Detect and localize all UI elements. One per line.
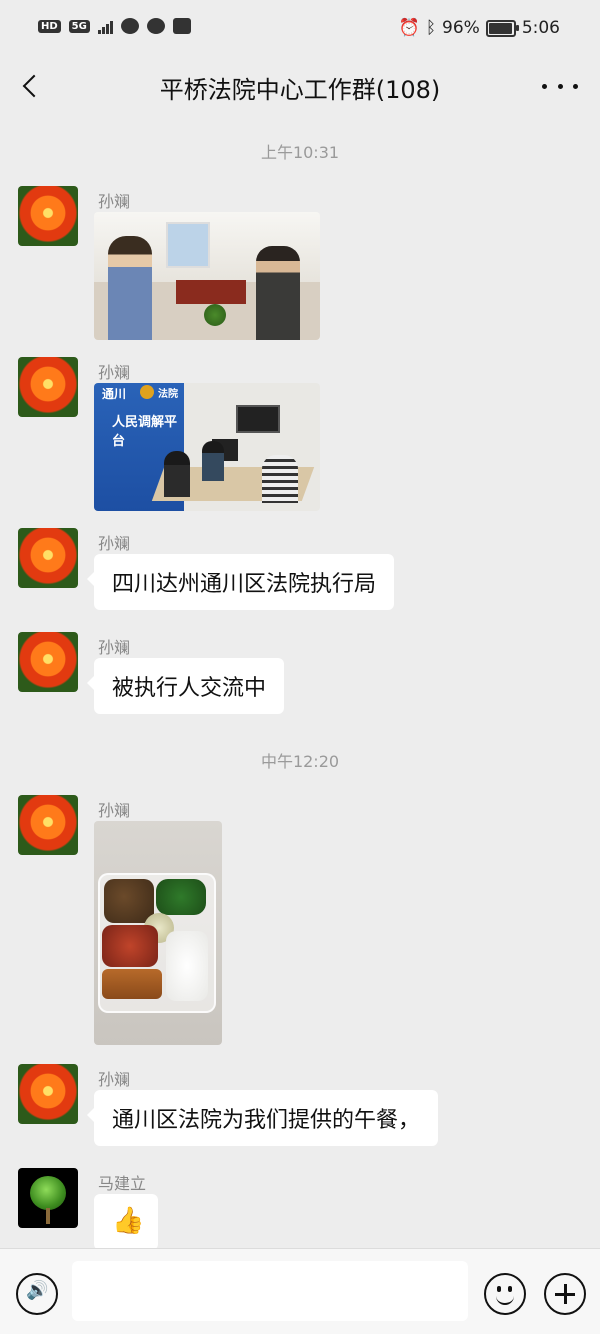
message-timestamp: 中午12:20 [260,752,340,771]
message-timestamp: 上午10:31 [260,143,340,162]
more-dots-icon[interactable] [542,72,578,100]
avatar[interactable] [18,186,78,246]
status-bar: HD 5G ⏰ ᛒ 96% 5:06 [0,0,600,56]
sender-name: 孙斓 [98,192,131,211]
avatar[interactable] [18,1168,78,1228]
alarm-icon: ⏰ [398,18,420,38]
message-input[interactable] [72,1261,468,1321]
image-message-lunch-box[interactable] [94,821,222,1045]
chat-header: 平桥法院中心工作群(108) [0,56,600,116]
avatar[interactable] [18,357,78,417]
battery-icon [485,19,519,37]
clock: 5:06 [521,18,560,38]
chat-title: 平桥法院中心工作群(108) [159,76,441,104]
thumbs-up-icon: 👍 [112,1206,145,1236]
chat-message: 马建立 👍 [0,1168,600,1250]
avatar[interactable] [18,528,78,588]
text-bubble[interactable]: 通川区法院为我们提供的午餐， [86,1090,439,1146]
avatar[interactable] [18,795,78,855]
plus-icon[interactable] [544,1273,586,1315]
image-message-office-meeting[interactable] [94,212,320,340]
avatar[interactable] [18,632,78,692]
sticker-message[interactable]: 👍 [94,1194,158,1250]
battery-percent: 96% [442,18,480,38]
photo-banner-text: 通川 [102,387,127,401]
text-bubble[interactable]: 四川达州通川区法院执行局 [86,554,395,610]
hd-indicator: HD [38,19,61,33]
image-message-mediation-room[interactable]: 通川 法院 人民调解平台 [94,383,320,511]
court-emblem-icon [140,385,154,399]
bluetooth-icon: ᛒ [425,18,437,38]
sender-name: 孙斓 [98,534,131,553]
voice-icon[interactable]: 🔊 [16,1273,58,1315]
signal-icon [97,18,113,34]
avatar[interactable] [18,1064,78,1124]
input-bar: 🔊 [0,1248,600,1334]
sender-name: 孙斓 [98,1070,131,1089]
app-notification-icon [120,18,139,34]
emoji-icon[interactable] [484,1273,526,1315]
text-bubble[interactable]: 被执行人交流中 [86,658,285,714]
shield-notification-icon [172,18,191,34]
chat-notification-icon [146,18,165,34]
photo-banner-text: 人民调解平台 [112,415,178,449]
sender-name: 马建立 [98,1174,147,1193]
sender-name: 孙斓 [98,638,131,657]
sender-name: 孙斓 [98,363,131,382]
photo-banner-text: 法院 [158,389,178,400]
sender-name: 孙斓 [98,801,131,820]
network-indicator: 5G [68,19,90,33]
